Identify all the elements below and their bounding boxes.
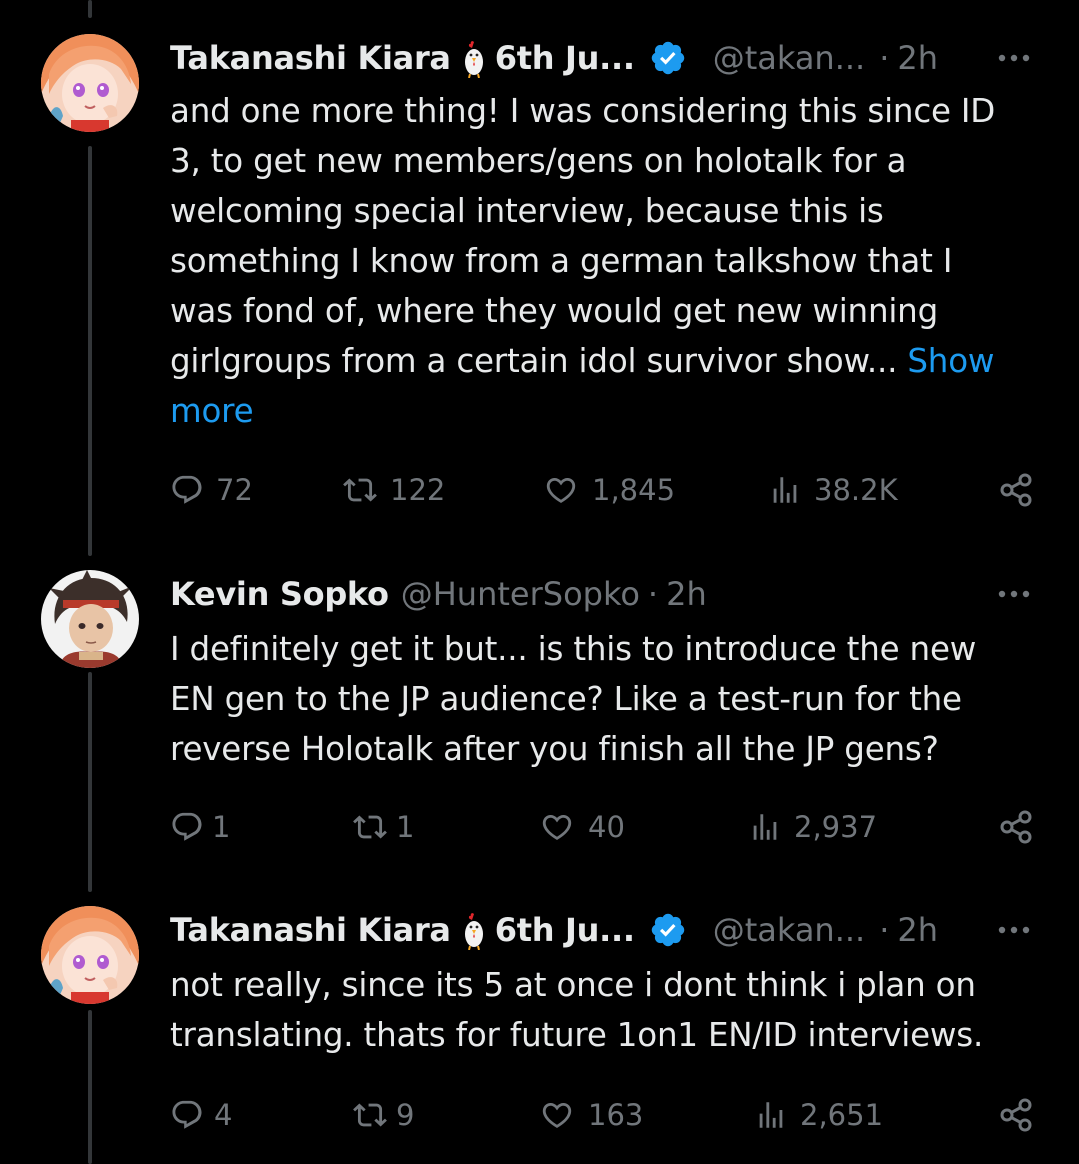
views-button[interactable]: 2,651: [754, 1092, 883, 1138]
retweet-icon: [353, 815, 387, 839]
timestamp[interactable]: 2h: [897, 911, 938, 949]
retweet-icon: [353, 1103, 387, 1127]
tweet-text: not really, since its 5 at once i dont t…: [170, 960, 1030, 1060]
views-count: 2,651: [800, 1098, 884, 1132]
more-options-icon[interactable]: [997, 570, 1031, 618]
like-button[interactable]: 1,845: [542, 467, 675, 513]
retweet-count: 1: [396, 810, 415, 844]
separator-dot: ·: [879, 39, 890, 77]
verified-badge-icon[interactable]: [649, 911, 687, 949]
kiara-avatar-icon: [41, 906, 139, 1004]
retweet-button[interactable]: 122: [342, 467, 445, 513]
heart-icon: [542, 814, 572, 840]
tweet-3[interactable]: Takanashi Kiara 6th Ju... @takan... · 2h…: [0, 906, 1079, 1146]
verified-badge-icon[interactable]: [649, 39, 687, 77]
reply-button[interactable]: 1: [170, 804, 230, 850]
more-options-icon[interactable]: [997, 906, 1031, 954]
tweet-text-line: 3, to get new members/gens on holotalk f…: [170, 142, 907, 180]
handle[interactable]: @takan...: [713, 911, 866, 949]
heart-icon: [546, 477, 576, 503]
reply-count: 72: [216, 473, 253, 507]
tweet-header: Takanashi Kiara 6th Ju... @takan... · 2h: [170, 906, 938, 954]
reply-icon: [172, 812, 202, 841]
action-bar: 72 122 1,845 38.2K: [170, 467, 1040, 513]
handle[interactable]: @HunterSopko: [401, 575, 640, 613]
views-button[interactable]: 2,937: [748, 804, 877, 850]
tweet-header: Kevin Sopko @HunterSopko · 2h: [170, 570, 707, 618]
reply-count: 1: [212, 810, 231, 844]
tweet-text-line: reverse Holotalk after you finish all th…: [170, 730, 939, 768]
reply-icon: [172, 1100, 202, 1129]
share-icon: [1000, 1098, 1032, 1132]
separator-dot: ·: [647, 575, 659, 613]
views-icon: [773, 477, 797, 503]
timestamp[interactable]: 2h: [666, 575, 707, 613]
display-name-suffix[interactable]: 6th Ju...: [495, 39, 635, 77]
reply-count: 4: [214, 1098, 233, 1132]
tweet-text-line: girlgroups from a certain idol survivor …: [170, 342, 908, 380]
display-name[interactable]: Takanashi Kiara: [170, 911, 451, 949]
kevin-avatar-icon: [41, 570, 139, 668]
tweet-text-line: and one more thing! I was considering th…: [170, 92, 996, 130]
show-more-link[interactable]: Show: [907, 342, 994, 380]
reply-button[interactable]: 4: [170, 1092, 232, 1138]
thread-line-top: [88, 0, 92, 18]
tweet-text-line: not really, since its 5 at once i dont t…: [170, 966, 976, 1004]
share-button[interactable]: [998, 467, 1034, 513]
tweet-text-line: I definitely get it but... is this to in…: [170, 630, 977, 668]
share-button[interactable]: [998, 804, 1034, 850]
avatar[interactable]: [41, 906, 139, 1004]
tweet-text-line: translating. thats for future 1on1 EN/ID…: [170, 1016, 984, 1054]
show-more-link-cont[interactable]: more: [170, 386, 1030, 436]
retweet-count: 9: [396, 1098, 415, 1132]
action-bar: 4 9 163 2,651: [170, 1092, 1040, 1138]
views-count: 38.2K: [814, 473, 898, 507]
tweet-text-line-last: girlgroups from a certain idol survivor …: [170, 336, 1030, 386]
retweet-button[interactable]: 1: [352, 804, 414, 850]
heart-icon: [542, 1102, 572, 1128]
retweet-count: 122: [390, 473, 446, 507]
chicken-icon: [464, 913, 483, 950]
like-button[interactable]: 40: [538, 804, 625, 850]
tweet-text: I definitely get it but... is this to in…: [170, 624, 1030, 774]
separator-dot: ·: [879, 911, 890, 949]
tweet-text-line: was fond of, where they would get new wi…: [170, 292, 939, 330]
handle[interactable]: @takan...: [713, 39, 866, 77]
tweet-header: Takanashi Kiara 6th Ju... @takan... · 2h: [170, 34, 938, 82]
action-bar: 1 1 40 2,937: [170, 804, 1040, 850]
reply-icon: [172, 475, 202, 504]
views-count: 2,937: [794, 810, 878, 844]
retweet-button[interactable]: 9: [352, 1092, 414, 1138]
avatar[interactable]: [41, 570, 139, 668]
timestamp[interactable]: 2h: [897, 39, 938, 77]
tweet-text-line: something I know from a german talkshow …: [170, 242, 953, 280]
share-icon: [1000, 810, 1032, 844]
display-name-suffix[interactable]: 6th Ju...: [495, 911, 635, 949]
display-name[interactable]: Kevin Sopko: [170, 575, 389, 613]
share-button[interactable]: [998, 1092, 1034, 1138]
tweet-1[interactable]: Takanashi Kiara 6th Ju... @takan... · 2h…: [0, 34, 1079, 514]
retweet-icon: [343, 478, 377, 502]
tweet-text: and one more thing! I was considering th…: [170, 86, 1030, 436]
avatar[interactable]: [41, 34, 139, 132]
display-name[interactable]: Takanashi Kiara: [170, 39, 451, 77]
chicken-icon: [464, 41, 483, 78]
tweet-text-line: welcoming special interview, because thi…: [170, 192, 884, 230]
views-button[interactable]: 38.2K: [768, 467, 898, 513]
tweet-2[interactable]: Kevin Sopko @HunterSopko · 2h I definite…: [0, 570, 1079, 850]
like-button[interactable]: 163: [538, 1092, 643, 1138]
views-icon: [753, 814, 777, 840]
more-options-icon[interactable]: [997, 34, 1031, 82]
like-count: 40: [588, 810, 625, 844]
like-count: 163: [588, 1098, 644, 1132]
reply-button[interactable]: 72: [170, 467, 253, 513]
share-icon: [1000, 473, 1032, 507]
kiara-avatar-icon: [41, 34, 139, 132]
views-icon: [759, 1102, 783, 1128]
like-count: 1,845: [592, 473, 676, 507]
tweet-text-line: EN gen to the JP audience? Like a test-r…: [170, 680, 962, 718]
